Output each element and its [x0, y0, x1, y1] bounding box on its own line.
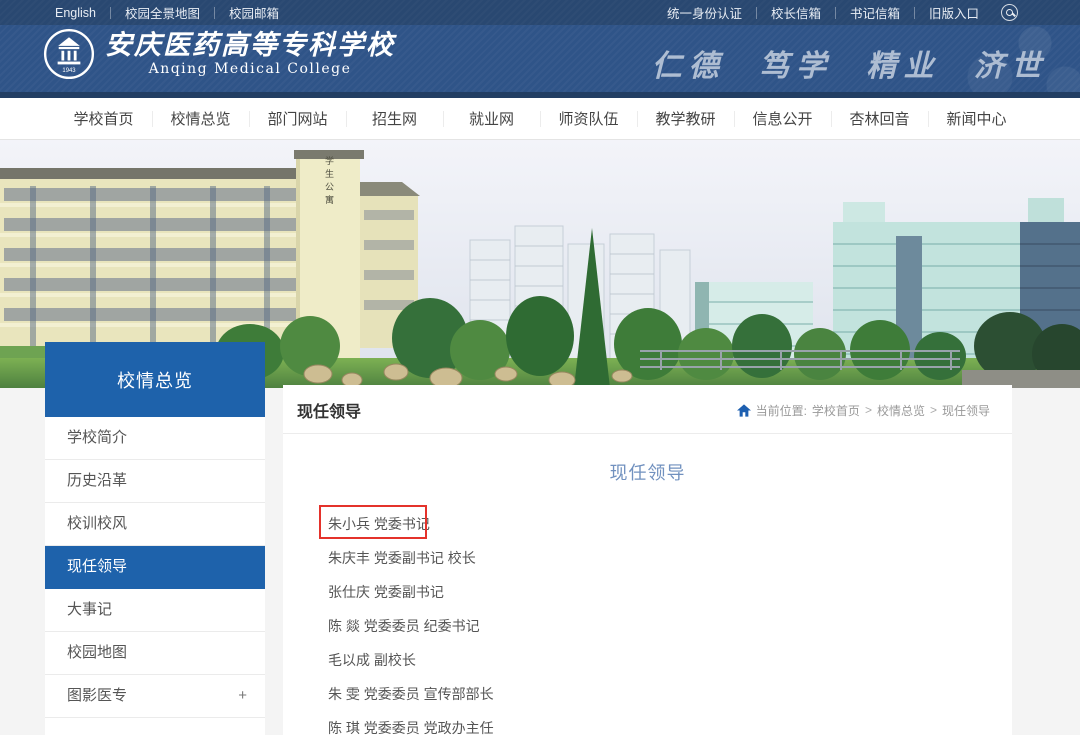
dorm-building-label: 学生公寓: [322, 156, 335, 208]
leader-link[interactable]: 朱庆丰 党委副书记 校长: [328, 550, 476, 566]
top-utility-bar: English 校园全景地图 校园邮箱 统一身份认证 校长信箱 书记信箱 旧版入…: [0, 0, 1080, 25]
sidebar-item-campus-map[interactable]: 校园地图: [45, 632, 265, 675]
leader-link[interactable]: 陈 燚 党委委员 纪委书记: [328, 618, 480, 634]
leader-link[interactable]: 毛以成 副校长: [328, 652, 416, 668]
nav-item-admissions[interactable]: 招生网: [346, 98, 443, 139]
brand[interactable]: 1943 安庆医药高等专科学校 Anqing Medical College: [43, 28, 395, 80]
leader-link[interactable]: 陈 琪 党委委员 党政办主任: [328, 720, 494, 735]
sidebar-title: 校情总览: [45, 342, 265, 417]
site-header: 1943 安庆医药高等专科学校 Anqing Medical College 仁…: [0, 25, 1080, 92]
link-secretary-mailbox[interactable]: 书记信箱: [850, 3, 900, 22]
leader-row: 朱庆丰 党委副书记 校长: [328, 541, 1012, 575]
page-title: 现任领导: [297, 398, 361, 422]
nav-item-faculty[interactable]: 师资队伍: [540, 98, 637, 139]
sidebar-partial-item: [45, 718, 265, 735]
school-name-en: Anqing Medical College: [105, 61, 395, 77]
breadcrumb-prefix: 当前位置:: [756, 402, 807, 419]
leader-row: 毛以成 副校长: [328, 643, 1012, 677]
sidebar-item-school-intro[interactable]: 学校简介: [45, 417, 265, 460]
sidebar-item-current-leadership[interactable]: 现任领导: [45, 546, 265, 589]
breadcrumb-home[interactable]: 学校首页: [812, 402, 860, 419]
leader-row: 陈 琪 党委委员 党政办主任: [328, 711, 1012, 735]
breadcrumb-separator: >: [865, 403, 872, 417]
leader-row: 朱 雯 党委委员 宣传部部长: [328, 677, 1012, 711]
expand-plus-icon[interactable]: +: [238, 675, 247, 717]
content-header: 现任领导 当前位置: 学校首页 > 校情总览 > 现任领导: [283, 385, 1012, 434]
link-president-mailbox[interactable]: 校长信箱: [771, 3, 821, 22]
divider: [214, 7, 215, 19]
breadcrumb: 当前位置: 学校首页 > 校情总览 > 现任领导: [737, 402, 990, 419]
divider: [914, 7, 915, 19]
search-icon[interactable]: [1001, 4, 1018, 21]
main-nav: 学校首页 校情总览 部门网站 招生网 就业网 师资队伍 教学教研 信息公开 杏林…: [0, 98, 1080, 140]
school-seal-logo: 1943: [43, 28, 95, 80]
sidebar-item-milestones[interactable]: 大事记: [45, 589, 265, 632]
leaders-list: 朱小兵 党委书记 朱庆丰 党委副书记 校长 张仕庆 党委副书记 陈 燚 党委委员…: [328, 507, 1012, 735]
link-campus-panorama-map[interactable]: 校园全景地图: [125, 3, 200, 22]
nav-item-home[interactable]: 学校首页: [55, 98, 152, 139]
divider: [756, 7, 757, 19]
nav-item-school-overview[interactable]: 校情总览: [152, 98, 249, 139]
sidebar-item-photo-gallery[interactable]: 图影医专 +: [45, 675, 265, 718]
leader-row: 朱小兵 党委书记: [328, 507, 1012, 541]
leader-row: 陈 燚 党委委员 纪委书记: [328, 609, 1012, 643]
link-unified-identity[interactable]: 统一身份认证: [667, 3, 742, 22]
link-old-version[interactable]: 旧版入口: [929, 3, 979, 22]
sidebar-item-motto[interactable]: 校训校风: [45, 503, 265, 546]
nav-item-departments[interactable]: 部门网站: [249, 98, 346, 139]
seal-year-text: 1943: [62, 68, 76, 74]
divider: [835, 7, 836, 19]
leader-link[interactable]: 朱小兵 党委书记: [328, 516, 430, 532]
nav-item-info-disclosure[interactable]: 信息公开: [734, 98, 831, 139]
nav-item-employment[interactable]: 就业网: [443, 98, 540, 139]
breadcrumb-current: 现任领导: [942, 402, 990, 419]
leader-row: 张仕庆 党委副书记: [328, 575, 1012, 609]
link-campus-mail[interactable]: 校园邮箱: [229, 3, 279, 22]
sidebar-item-history[interactable]: 历史沿革: [45, 460, 265, 503]
sidebar-title-label: 校情总览: [117, 367, 193, 393]
divider: [110, 7, 111, 19]
sidebar-item-label: 图影医专: [67, 687, 127, 704]
page: English 校园全景地图 校园邮箱 统一身份认证 校长信箱 书记信箱 旧版入…: [0, 0, 1080, 735]
breadcrumb-separator: >: [930, 403, 937, 417]
school-name-zh: 安庆医药高等专科学校: [105, 32, 395, 60]
nav-item-xinglin-echo[interactable]: 杏林回音: [831, 98, 928, 139]
nav-item-news-center[interactable]: 新闻中心: [928, 98, 1025, 139]
nav-item-teaching[interactable]: 教学教研: [637, 98, 734, 139]
article-title: 现任领导: [283, 459, 1012, 485]
school-motto: 仁德 笃学 精业 济世: [652, 41, 1048, 85]
leader-link[interactable]: 朱 雯 党委委员 宣传部部长: [328, 686, 494, 702]
sidebar-menu: 学校简介 历史沿革 校训校风 现任领导 大事记 校园地图 图影医专 +: [45, 417, 265, 735]
link-english[interactable]: English: [55, 6, 96, 20]
breadcrumb-overview[interactable]: 校情总览: [877, 402, 925, 419]
content-panel: 现任领导 当前位置: 学校首页 > 校情总览 > 现任领导 现任领导 朱小兵 党…: [283, 385, 1012, 735]
leader-link[interactable]: 张仕庆 党委副书记: [328, 584, 444, 600]
home-icon: [737, 404, 751, 417]
